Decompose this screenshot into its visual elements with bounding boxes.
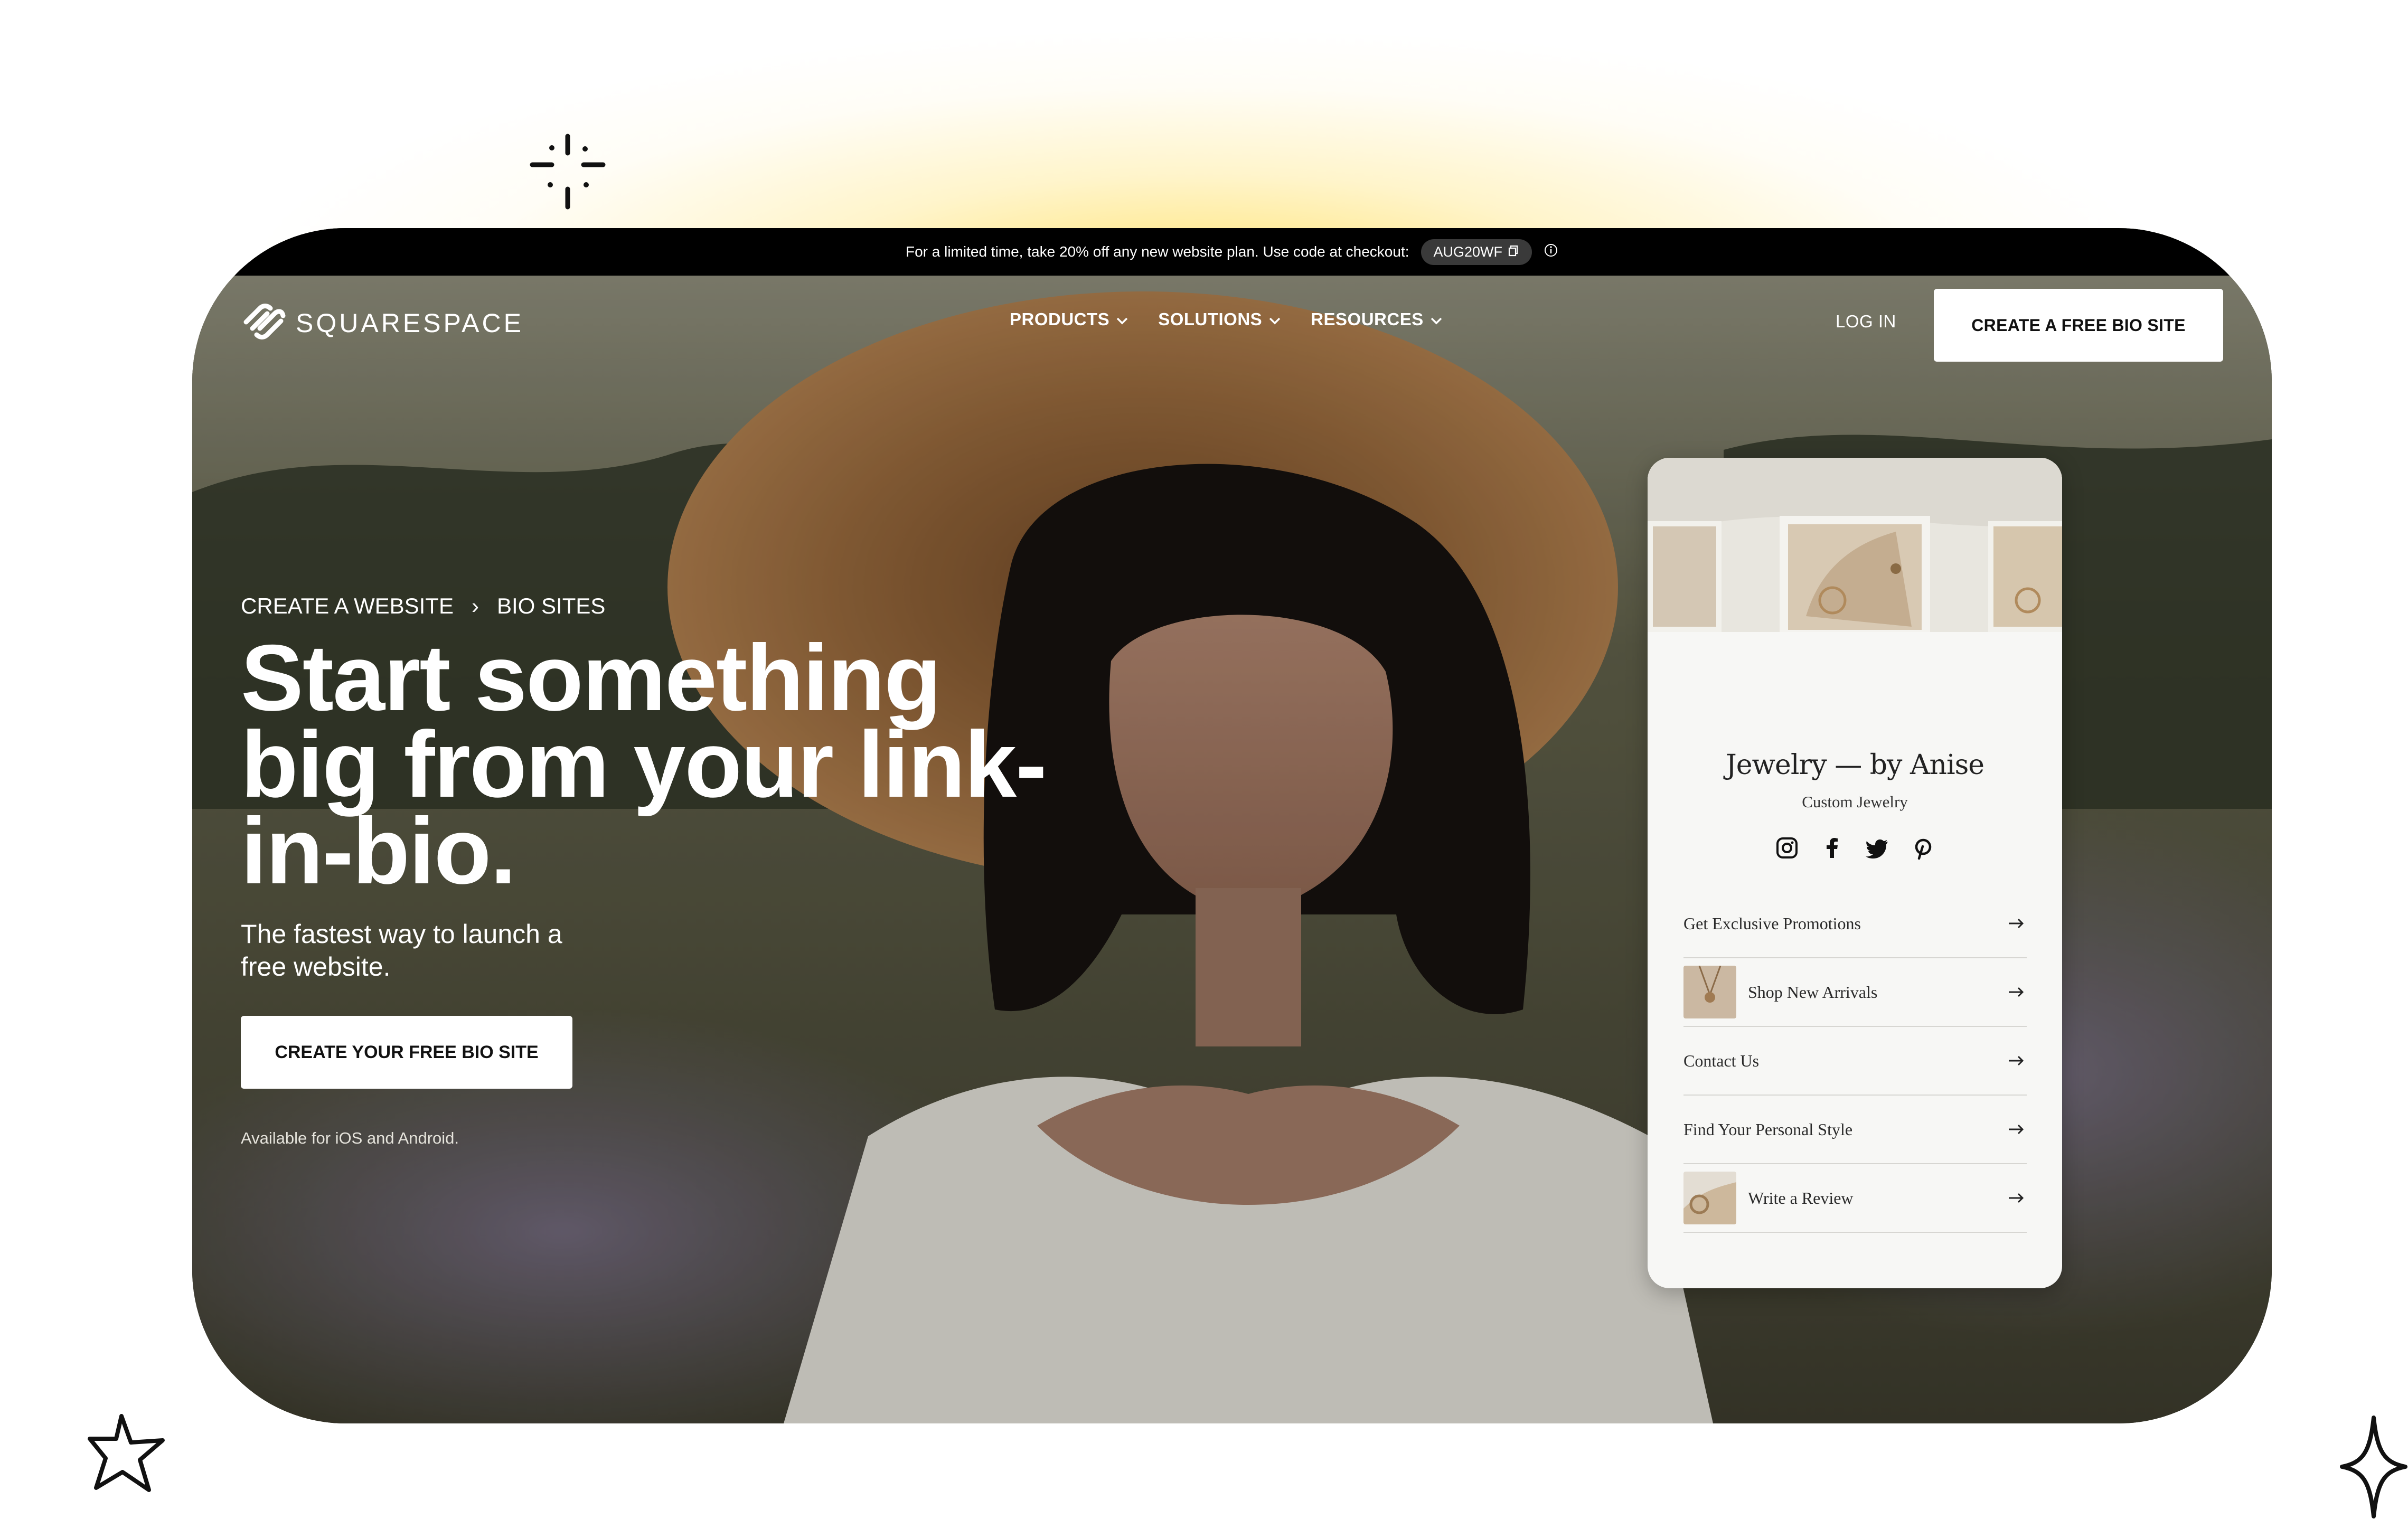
chevron-down-icon [1268,309,1281,329]
bio-site-subtitle: Custom Jewelry [1802,792,1908,811]
squarespace-logo-icon [241,303,286,343]
pinterest-icon[interactable] [1911,836,1935,860]
bio-link-personal-style[interactable]: Find Your Personal Style [1683,1096,2027,1164]
login-link[interactable]: LOG IN [1836,312,1896,332]
chevron-down-icon [1116,309,1128,329]
instagram-icon[interactable] [1775,836,1799,860]
nav-resources[interactable]: RESOURCES [1311,309,1443,329]
nav-solutions[interactable]: SOLUTIONS [1158,309,1281,329]
website-preview-frame: For a limited time, take 20% off any new… [192,228,2272,1423]
breadcrumb: CREATE A WEBSITE › BIO SITES [241,593,605,619]
create-bio-site-button[interactable]: CREATE A FREE BIO SITE [1934,289,2223,362]
arrow-right-icon [2006,1119,2027,1140]
bio-links-list: Get Exclusive Promotions Shop New Arriva… [1683,890,2027,1233]
hero-title: Start something big from your link-in-bi… [241,625,1047,903]
announcement-text: For a limited time, take 20% off any new… [905,243,1409,260]
brand-logo[interactable]: SQUARESPACE [241,303,524,343]
close-icon[interactable]: × [2209,240,2222,263]
bio-link-label: Find Your Personal Style [1683,1119,1853,1139]
social-links [1648,836,2062,860]
nav-menu: PRODUCTS SOLUTIONS RESOURCES [1010,309,1443,329]
bio-link-promotions[interactable]: Get Exclusive Promotions [1683,890,2027,958]
brand-name: SQUARESPACE [296,308,524,338]
info-icon[interactable] [1544,243,1558,261]
nav-solutions-label: SOLUTIONS [1158,309,1263,329]
promo-code-button[interactable]: AUG20WF [1421,239,1532,265]
arrow-right-icon [2006,913,2027,934]
breadcrumb-create-website[interactable]: CREATE A WEBSITE [241,593,454,619]
chevron-down-icon [1430,309,1443,329]
bio-link-label: Write a Review [1748,1188,1854,1207]
main-navigation: SQUARESPACE PRODUCTS SOLUTIONS RESOURCES… [192,276,2272,371]
bio-site-title: Jewelry — by Anise [1725,749,1984,781]
necklace-thumbnail [1683,966,1736,1018]
jewelry-gallery-image [1648,458,2062,632]
arrow-right-icon [2006,1187,2027,1209]
twitter-icon[interactable] [1865,836,1890,860]
chevron-right-icon: › [471,593,479,618]
arrow-right-icon [2006,1050,2027,1071]
star-outline-icon [84,1410,169,1497]
bio-link-label: Contact Us [1683,1051,1760,1070]
bio-link-review[interactable]: Write a Review [1683,1164,2027,1233]
breadcrumb-bio-sites[interactable]: BIO SITES [497,593,605,619]
arrow-right-icon [2006,982,2027,1003]
availability-note: Available for iOS and Android. [241,1129,459,1147]
promo-code-label: AUG20WF [1433,243,1503,260]
sparkle-icon [528,132,607,211]
create-free-bio-site-button[interactable]: CREATE YOUR FREE BIO SITE [241,1016,572,1089]
bio-site-preview-card: Jewelry — by Anise Custom Jewelry Get Ex… [1648,458,2062,1288]
bio-link-label: Shop New Arrivals [1748,982,1878,1002]
four-point-star-icon [2339,1415,2408,1519]
nav-products-label: PRODUCTS [1010,309,1110,329]
bio-link-contact[interactable]: Contact Us [1683,1027,2027,1096]
bio-link-new-arrivals[interactable]: Shop New Arrivals [1683,958,2027,1027]
bio-link-label: Get Exclusive Promotions [1683,913,1861,933]
announcement-bar: For a limited time, take 20% off any new… [192,228,2272,276]
hero-subtitle: The fastest way to launch a free website… [241,919,562,982]
copy-icon [1508,244,1519,260]
nav-products[interactable]: PRODUCTS [1010,309,1128,329]
ring-thumbnail [1683,1172,1736,1224]
facebook-icon[interactable] [1820,836,1845,860]
nav-resources-label: RESOURCES [1311,309,1424,329]
